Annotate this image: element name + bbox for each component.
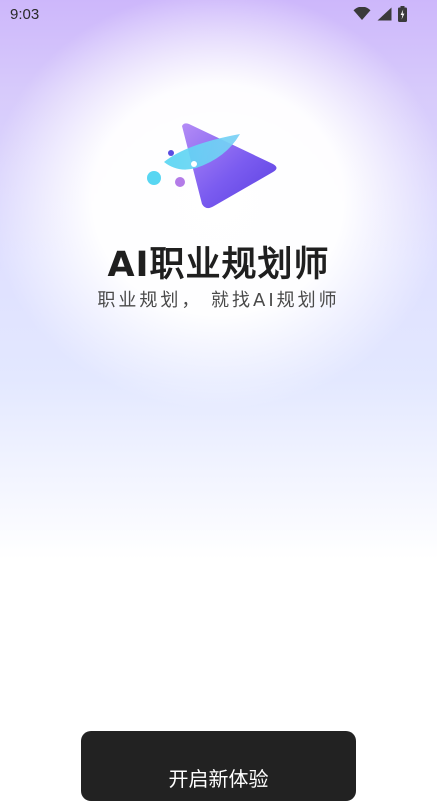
app-title: AI职业规划师 xyxy=(107,245,330,285)
battery-charging-icon xyxy=(398,6,407,22)
background xyxy=(0,0,437,777)
status-time: 9:03 xyxy=(10,6,40,23)
status-icons xyxy=(353,6,407,22)
status-bar: 9:03 xyxy=(0,0,437,30)
app-logo-icon xyxy=(140,118,290,223)
start-experience-button[interactable]: 开启新体验 xyxy=(81,731,356,801)
wifi-icon xyxy=(353,7,371,21)
cell-signal-icon xyxy=(377,7,392,21)
app-subtitle: 职业规划， 就找AI规划师 xyxy=(97,290,340,311)
